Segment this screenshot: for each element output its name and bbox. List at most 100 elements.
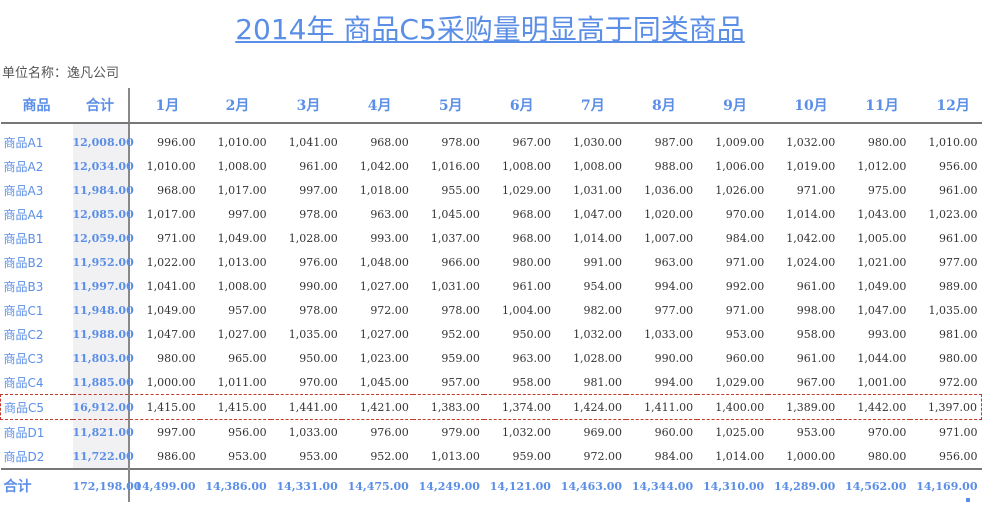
- row-total: 16,912.00: [72, 394, 134, 420]
- month-value: 952.00: [441, 327, 480, 341]
- month-value: 969.00: [583, 425, 623, 439]
- month-value: 1,411.00: [626, 394, 698, 420]
- month-value: 953.00: [725, 327, 765, 341]
- month-value: 997.00: [157, 425, 196, 439]
- month-value: 1,032.00: [501, 425, 551, 439]
- header-month: 4月: [341, 88, 413, 124]
- month-value: 990.00: [654, 351, 694, 365]
- month-value: 981.00: [583, 375, 623, 389]
- table-row: 商品A1 12,008.00 996.00 1,010.00 1,041.00 968.0…: [1, 123, 982, 154]
- month-value: 971.00: [939, 425, 978, 439]
- row-total: 11,948.00: [72, 298, 134, 322]
- month-value: 1,048.00: [359, 255, 409, 269]
- month-value: 956.00: [939, 159, 978, 173]
- highlighted-row: 商品C5 16,912.00 1,415.00 1,415.00 1,441.00 1,4…: [0, 394, 983, 420]
- header-month: 12月: [910, 88, 982, 124]
- header-name: 商品: [0, 88, 73, 124]
- month-value: 1,389.00: [768, 394, 840, 420]
- row-total: 12,008.00: [72, 123, 134, 154]
- header-total: 合计: [72, 88, 130, 124]
- month-value: 972.00: [583, 449, 623, 463]
- month-value: 996.00: [157, 135, 196, 149]
- month-value: 961.00: [796, 351, 836, 365]
- month-value: 1,023.00: [928, 207, 978, 221]
- product-name: 商品C1: [3, 303, 44, 318]
- month-value: 992.00: [725, 279, 765, 293]
- summary-month-value: 14,386.00: [199, 468, 271, 502]
- month-value: 980.00: [157, 351, 196, 365]
- month-value: 1,017.00: [217, 183, 267, 197]
- month-value: 993.00: [370, 231, 409, 245]
- month-value: 1,035.00: [928, 303, 978, 317]
- month-value: 1,042.00: [359, 159, 409, 173]
- month-value: 961.00: [939, 183, 978, 197]
- month-value: 968.00: [370, 135, 409, 149]
- month-value: 1,042.00: [786, 231, 836, 245]
- month-value: 1,013.00: [430, 449, 480, 463]
- table-row: 商品A4 12,085.00 1,017.00 997.00 978.00 963.00 1…: [1, 202, 982, 226]
- header-month: 7月: [554, 88, 627, 124]
- table-row: 商品A3 11,984.00 968.00 1,017.00 997.00 1,018.0…: [1, 178, 982, 202]
- header-month: 8月: [626, 88, 698, 124]
- month-value: 1,028.00: [573, 351, 623, 365]
- month-value: 986.00: [157, 449, 196, 463]
- header-month: 11月: [839, 88, 911, 124]
- month-value: 953.00: [299, 449, 338, 463]
- month-value: 978.00: [441, 135, 480, 149]
- month-value: 1,041.00: [146, 279, 196, 293]
- month-value: 1,008.00: [217, 159, 267, 173]
- header-month: 9月: [697, 88, 769, 124]
- month-value: 994.00: [654, 279, 694, 293]
- month-value: 971.00: [725, 303, 765, 317]
- month-value: 980.00: [867, 449, 907, 463]
- month-value: 1,383.00: [412, 394, 484, 420]
- table-row: 商品B3 11,997.00 1,041.00 1,008.00 990.00 1,027…: [1, 274, 982, 298]
- month-value: 1,008.00: [501, 159, 551, 173]
- month-value: 963.00: [512, 351, 551, 365]
- summary-month-value: 14,463.00: [554, 468, 627, 502]
- header-month: 10月: [768, 88, 840, 124]
- month-value: 967.00: [512, 135, 551, 149]
- table-row: 商品B1 12,059.00 971.00 1,049.00 1,028.00 993.0…: [1, 226, 982, 250]
- month-value: 976.00: [370, 425, 409, 439]
- month-value: 1,027.00: [217, 327, 267, 341]
- summary-month-value: 14,249.00: [412, 468, 484, 502]
- month-value: 1,018.00: [359, 183, 409, 197]
- summary-total: 172,198.00: [72, 468, 141, 502]
- month-value: 984.00: [725, 231, 765, 245]
- month-value: 1,400.00: [697, 394, 769, 420]
- month-value: 971.00: [796, 183, 836, 197]
- month-value: 971.00: [725, 255, 765, 269]
- table-row: 商品C3 11,803.00 980.00 965.00 950.00 1,023.00 9…: [1, 346, 982, 370]
- month-value: 1,008.00: [573, 159, 623, 173]
- month-value: 1,000.00: [786, 449, 836, 463]
- month-value: 1,022.00: [146, 255, 196, 269]
- month-value: 1,037.00: [430, 231, 480, 245]
- month-value: 1,441.00: [270, 394, 342, 420]
- month-value: 978.00: [299, 303, 338, 317]
- month-value: 1,415.00: [128, 394, 200, 420]
- product-name: 商品B2: [3, 255, 44, 270]
- month-value: 1,415.00: [199, 394, 271, 420]
- summary-month-value: 14,121.00: [483, 468, 555, 502]
- product-name: 商品C5: [0, 394, 73, 420]
- product-name: 商品A2: [3, 159, 44, 174]
- month-value: 1,043.00: [857, 207, 907, 221]
- month-value: 1,026.00: [715, 183, 765, 197]
- month-value: 961.00: [796, 279, 836, 293]
- table-body: 商品A1 12,008.00 996.00 1,010.00 1,041.00 968.0…: [0, 123, 983, 502]
- table-row: 商品C4 11,885.00 1,000.00 1,011.00 970.00 1,045…: [1, 370, 982, 395]
- month-value: 1,049.00: [857, 279, 907, 293]
- month-value: 988.00: [654, 159, 694, 173]
- month-value: 1,032.00: [786, 135, 836, 149]
- month-value: 979.00: [441, 425, 480, 439]
- month-value: 958.00: [512, 375, 551, 389]
- month-value: 1,045.00: [430, 207, 480, 221]
- month-value: 977.00: [654, 303, 694, 317]
- month-value: 1,014.00: [573, 231, 623, 245]
- month-value: 998.00: [796, 303, 836, 317]
- month-value: 980.00: [867, 135, 907, 149]
- month-value: 956.00: [228, 425, 267, 439]
- month-value: 1,047.00: [857, 303, 907, 317]
- month-value: 1,006.00: [715, 159, 765, 173]
